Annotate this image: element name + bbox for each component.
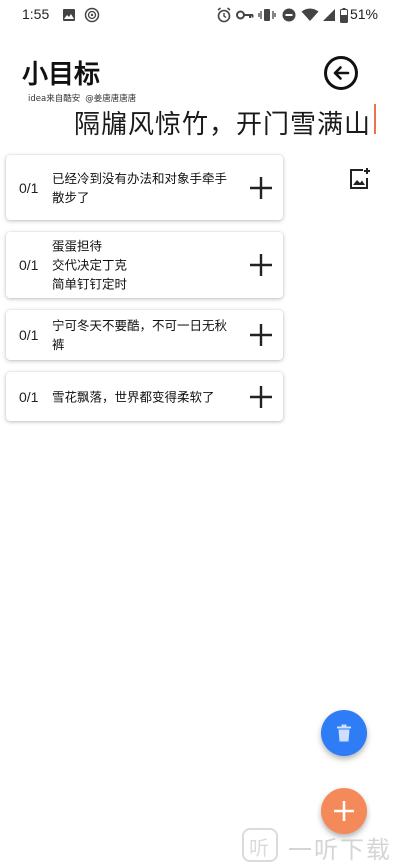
goal-text: 已经冷到没有办法和对象手牵手 散步了 <box>52 169 239 207</box>
goal-text: 蛋蛋担待 交代决定丁克 简单钉钉定时 <box>52 237 239 294</box>
goal-text-line: 简单钉钉定时 <box>52 276 128 292</box>
goal-text: 雪花飘落，世界都变得柔软了 <box>52 387 239 406</box>
trash-icon <box>337 724 351 742</box>
key-icon <box>236 7 254 23</box>
vibrate-icon <box>258 7 276 23</box>
alarm-icon <box>216 7 232 23</box>
goal-text-line: 已经冷到没有办法和对象手牵手 <box>52 170 228 186</box>
text-cursor <box>374 104 376 134</box>
status-time: 1:55 <box>22 6 50 22</box>
back-button[interactable] <box>324 56 358 90</box>
watermark: 听 一听下载 <box>240 824 400 867</box>
goal-text-line: 交代决定丁克 <box>52 257 128 273</box>
goal-card[interactable]: 0/1 雪花飘落，世界都变得柔软了 <box>6 372 283 421</box>
watermark-text: 一听下载 <box>288 836 392 864</box>
add-image-button[interactable] <box>348 167 372 191</box>
page-title: 小目标 <box>22 60 101 90</box>
goal-count: 0/1 <box>19 179 39 196</box>
watermark-logo: 听 <box>242 828 278 862</box>
arrow-left-circle-icon <box>333 66 350 80</box>
battery-icon <box>340 7 348 23</box>
goal-count: 0/1 <box>19 257 39 273</box>
goal-card[interactable]: 0/1 蛋蛋担待 交代决定丁克 简单钉钉定时 <box>6 232 283 298</box>
poem-input[interactable]: 隔牖风惊竹，开门雪满山 <box>74 104 371 141</box>
watermark-logo-char: 听 <box>249 836 269 860</box>
goal-text: 宁可冬天不要酷，不可一日无秋 裤 <box>52 316 239 354</box>
credit-idea: idea来自酷安 <box>28 94 81 104</box>
add-image-icon <box>350 168 370 189</box>
credit-author: @姜唐唐唐唐 <box>85 94 137 104</box>
plus-icon[interactable] <box>249 253 273 277</box>
goal-text-line: 宁可冬天不要酷，不可一日无秋 <box>52 318 228 333</box>
goal-text-line: 散步了 <box>52 189 90 205</box>
signal-icon <box>322 7 336 23</box>
plus-icon[interactable] <box>249 323 273 347</box>
goal-card[interactable]: 0/1 宁可冬天不要酷，不可一日无秋 裤 <box>6 310 283 360</box>
goal-text-line: 雪花飘落，世界都变得柔软了 <box>52 389 215 404</box>
goal-text-line: 裤 <box>52 337 65 352</box>
credit-line: idea来自酷安 @姜唐唐唐唐 <box>28 92 136 104</box>
status-bar: 1:55 51% <box>0 0 400 30</box>
plus-icon[interactable] <box>249 176 273 200</box>
podcast-icon <box>84 7 100 23</box>
dnd-icon <box>282 7 296 23</box>
wifi-icon <box>301 7 319 23</box>
goal-count: 0/1 <box>19 388 39 405</box>
goal-card[interactable]: 0/1 已经冷到没有办法和对象手牵手 散步了 <box>6 155 283 220</box>
battery-percentage: 51% <box>349 6 378 22</box>
plus-icon[interactable] <box>249 385 273 409</box>
image-icon <box>62 7 76 23</box>
plus-icon <box>334 801 354 821</box>
goal-text-line: 蛋蛋担待 <box>52 238 103 254</box>
delete-fab[interactable] <box>321 710 367 756</box>
goal-count: 0/1 <box>19 327 39 343</box>
